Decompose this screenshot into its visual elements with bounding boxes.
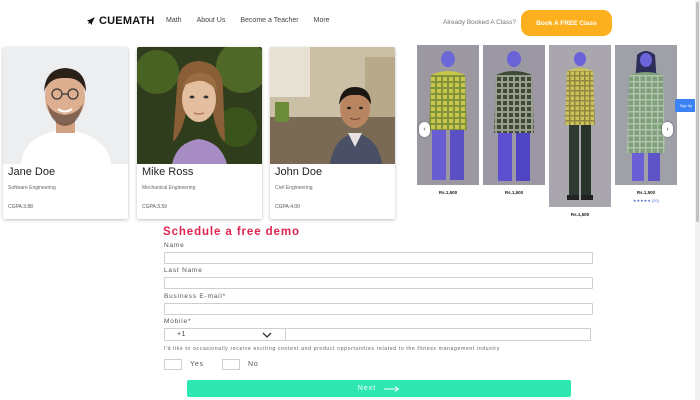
profile-gpa: CGPA:4.00: [275, 204, 300, 210]
consent-yes-option[interactable]: Yes: [164, 359, 204, 370]
yes-label: Yes: [190, 361, 204, 368]
consent-no-option[interactable]: No: [222, 359, 259, 370]
profile-gpa: CGPA:3.88: [8, 204, 33, 210]
profile-photo: [3, 47, 128, 164]
nav-link-become-teacher[interactable]: Become a Teacher: [240, 17, 298, 24]
chevron-right-icon[interactable]: ›: [662, 122, 673, 137]
profile-name: John Doe: [275, 166, 323, 178]
product-image: [549, 45, 611, 207]
nav-link-more[interactable]: More: [314, 17, 330, 24]
arrow-right-icon: [384, 385, 400, 392]
book-free-class-button[interactable]: Book A FREE Class: [521, 10, 612, 36]
rocket-icon: [87, 17, 95, 25]
product-price: Rs.1,500: [636, 190, 656, 195]
email-field[interactable]: [164, 303, 593, 315]
product-rating: ★★★★★ (20): [632, 198, 660, 203]
email-label: Business E-mail*: [164, 293, 226, 300]
profile-card[interactable]: Jane Doe Software Engineering CGPA:3.88: [3, 47, 128, 219]
next-button[interactable]: Next: [187, 380, 571, 397]
profile-photo: [270, 47, 395, 164]
product-price: Rs.1,500: [438, 190, 458, 195]
profile-department: Civil Engineering: [275, 185, 313, 191]
country-code-value: +1: [177, 331, 186, 338]
no-label: No: [248, 361, 259, 368]
product-price: Rs.1,500: [504, 190, 524, 195]
product-image: [615, 45, 677, 185]
nav-link-about-us[interactable]: About Us: [197, 17, 226, 24]
chevron-left-icon[interactable]: ‹: [419, 122, 430, 137]
already-booked-link[interactable]: Already Booked A Class?: [443, 19, 516, 26]
product-image: [483, 45, 545, 185]
yes-checkbox[interactable]: [164, 359, 182, 370]
country-code-select[interactable]: +1: [164, 328, 285, 341]
profile-name: Mike Ross: [142, 166, 194, 178]
last-name-label: Last Name: [164, 267, 203, 274]
nav-links: Math About Us Become a Teacher More: [166, 17, 330, 24]
profile-photo: [137, 47, 262, 164]
profile-card[interactable]: John Doe Civil Engineering CGPA:4.00: [270, 47, 395, 219]
product-card[interactable]: Rs.1,500: [417, 45, 479, 197]
brand-logo[interactable]: CUEMATH: [86, 15, 155, 27]
profile-gpa: CGPA:3.59: [142, 204, 167, 210]
nav-link-math[interactable]: Math: [166, 17, 182, 24]
brand-name: CUEMATH: [99, 15, 155, 27]
scrollbar-thumb[interactable]: [696, 2, 699, 222]
product-card[interactable]: Rs.1,500: [549, 45, 611, 220]
form-title: Schedule a free demo: [163, 226, 300, 238]
consent-text: I'd like to occasionally receive excitin…: [164, 346, 500, 352]
side-signup-tab[interactable]: Sign Up: [675, 99, 697, 112]
page: CUEMATH Math About Us Become a Teacher M…: [0, 0, 700, 400]
profile-department: Mechanical Engineering: [142, 185, 196, 191]
top-navbar: CUEMATH Math About Us Become a Teacher M…: [0, 0, 700, 44]
product-card[interactable]: Rs.1,500: [483, 45, 545, 197]
profile-name: Jane Doe: [8, 166, 56, 178]
name-label: Name: [164, 242, 185, 249]
profile-card[interactable]: Mike Ross Mechanical Engineering CGPA:3.…: [137, 47, 262, 219]
next-label: Next: [357, 385, 377, 392]
chevron-down-icon: [262, 332, 272, 338]
mobile-label: Mobile*: [164, 318, 192, 325]
name-field[interactable]: [164, 252, 593, 264]
last-name-field[interactable]: [164, 277, 593, 289]
profile-department: Software Engineering: [8, 185, 56, 191]
product-carousel: Rs.1,500 Rs.1,500 Rs.1,500 Rs.1,500 ★★★★…: [416, 45, 700, 220]
mobile-field[interactable]: [285, 328, 591, 341]
no-checkbox[interactable]: [222, 359, 240, 370]
product-image: [417, 45, 479, 185]
product-price: Rs.1,500: [570, 212, 590, 217]
